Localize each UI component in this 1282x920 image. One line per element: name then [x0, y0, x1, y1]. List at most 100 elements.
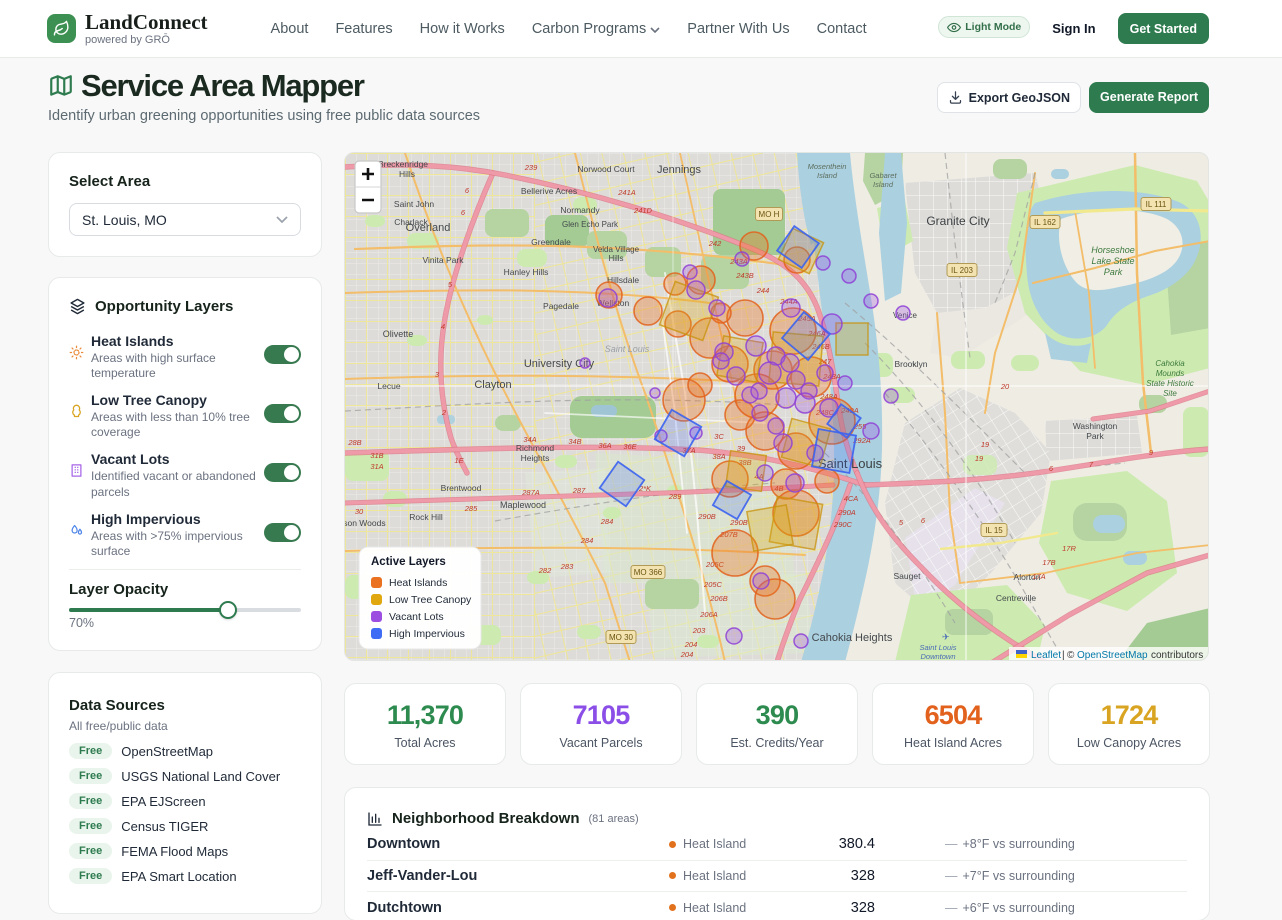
svg-text:242: 242: [708, 239, 722, 248]
svg-text:206B: 206B: [709, 594, 728, 603]
svg-text:36A: 36A: [598, 441, 611, 450]
svg-text:Overland: Overland: [406, 222, 451, 234]
svg-text:Normandy: Normandy: [560, 205, 600, 215]
svg-text:4CA: 4CA: [844, 494, 859, 503]
svg-text:Washington: Washington: [1073, 421, 1118, 431]
svg-text:204: 204: [680, 650, 694, 659]
svg-text:239: 239: [524, 163, 538, 172]
svg-text:204: 204: [684, 640, 698, 649]
svg-text:19: 19: [981, 440, 990, 449]
svg-text:MO 366: MO 366: [634, 568, 663, 577]
svg-text:290B: 290B: [729, 518, 748, 527]
svg-text:28B: 28B: [347, 438, 361, 447]
svg-text:36E: 36E: [623, 442, 637, 451]
svg-text:Mosenthein: Mosenthein: [808, 162, 847, 171]
svg-text:Centreville: Centreville: [996, 593, 1036, 603]
svg-text:Hanley Hills: Hanley Hills: [504, 267, 549, 277]
svg-text:Hills: Hills: [608, 254, 623, 263]
svg-text:19: 19: [975, 454, 984, 463]
svg-text:1E: 1E: [454, 456, 464, 465]
svg-text:Downtown: Downtown: [920, 652, 955, 661]
svg-text:MO 30: MO 30: [609, 633, 634, 642]
svg-text:IL 15: IL 15: [985, 526, 1003, 535]
svg-text:4: 4: [441, 322, 445, 331]
svg-text:Active Layers: Active Layers: [371, 556, 446, 568]
svg-text:contributors: contributors: [1151, 650, 1203, 661]
svg-text:Pagedale: Pagedale: [543, 301, 579, 311]
svg-text:IL 203: IL 203: [951, 266, 973, 275]
svg-text:244: 244: [756, 286, 770, 295]
svg-text:Saint Louis: Saint Louis: [919, 643, 956, 652]
svg-text:Horseshoe: Horseshoe: [1091, 245, 1135, 255]
svg-text:Island: Island: [817, 171, 838, 180]
svg-text:Park: Park: [1104, 267, 1123, 277]
svg-text:287A: 287A: [521, 488, 540, 497]
svg-text:Heat Islands: Heat Islands: [389, 577, 447, 589]
svg-text:Leaflet: Leaflet: [1031, 650, 1061, 661]
svg-text:Island: Island: [873, 180, 894, 189]
svg-text:Granite City: Granite City: [926, 214, 989, 228]
svg-text:Bellerive Acres: Bellerive Acres: [521, 186, 577, 196]
svg-text:34B: 34B: [568, 437, 581, 446]
svg-text:Park: Park: [1086, 431, 1104, 441]
svg-text:Glen Echo Park: Glen Echo Park: [562, 220, 619, 229]
svg-text:OpenStreetMap: OpenStreetMap: [1077, 650, 1148, 661]
svg-text:State Historic: State Historic: [1146, 379, 1194, 388]
svg-text:241A: 241A: [617, 188, 636, 197]
svg-text:282: 282: [538, 566, 552, 575]
svg-text:290B: 290B: [697, 512, 716, 521]
svg-text:|: |: [1062, 650, 1065, 661]
svg-text:Vacant Lots: Vacant Lots: [389, 611, 444, 623]
svg-text:IL 162: IL 162: [1034, 218, 1056, 227]
svg-text:285: 285: [464, 504, 478, 513]
svg-text:Saint John: Saint John: [394, 199, 434, 209]
svg-text:Hills: Hills: [399, 169, 415, 179]
svg-text:284: 284: [600, 517, 614, 526]
svg-text:290A: 290A: [837, 508, 856, 517]
svg-text:Breckenridge: Breckenridge: [378, 159, 428, 169]
svg-text:Heights: Heights: [521, 453, 550, 463]
svg-text:Vinita Park: Vinita Park: [423, 255, 465, 265]
svg-text:Olivette: Olivette: [383, 329, 414, 339]
svg-text:Site: Site: [1163, 389, 1177, 398]
svg-text:205C: 205C: [703, 580, 723, 589]
svg-text:17R: 17R: [1062, 544, 1076, 553]
svg-text:203: 203: [692, 626, 706, 635]
svg-text:290C: 290C: [833, 520, 853, 529]
svg-text:3C: 3C: [714, 432, 724, 441]
svg-text:High Impervious: High Impervious: [389, 628, 465, 640]
svg-text:38A: 38A: [712, 452, 725, 461]
svg-text:Brentwood: Brentwood: [441, 483, 482, 493]
svg-text:Richmond: Richmond: [516, 443, 555, 453]
svg-text:Lecue: Lecue: [377, 381, 400, 391]
svg-text:31B: 31B: [370, 451, 383, 460]
svg-text:Mounds: Mounds: [1156, 369, 1184, 378]
svg-text:Norwood Court: Norwood Court: [577, 164, 635, 174]
svg-text:✈: ✈: [942, 632, 950, 642]
svg-text:17A: 17A: [1032, 572, 1045, 581]
svg-text:Cahokia: Cahokia: [1155, 359, 1185, 368]
svg-text:241D: 241D: [633, 206, 653, 215]
svg-text:Low Tree Canopy: Low Tree Canopy: [389, 594, 472, 606]
svg-text:Greendale: Greendale: [531, 237, 571, 247]
svg-text:Maplewood: Maplewood: [500, 500, 546, 510]
svg-text:Saint Louis: Saint Louis: [605, 344, 650, 354]
svg-text:Brooklyn: Brooklyn: [894, 359, 927, 369]
svg-text:©: ©: [1067, 650, 1075, 661]
svg-text:20: 20: [1000, 382, 1010, 391]
svg-text:17B: 17B: [1042, 558, 1055, 567]
svg-text:30: 30: [355, 507, 364, 516]
svg-text:243B: 243B: [735, 271, 754, 280]
svg-text:2: 2: [441, 408, 447, 417]
svg-text:287: 287: [572, 486, 586, 495]
svg-text:289: 289: [668, 492, 682, 501]
svg-text:206A: 206A: [699, 610, 718, 619]
svg-text:Cahokia Heights: Cahokia Heights: [812, 632, 893, 644]
svg-text:Sauget: Sauget: [894, 571, 922, 581]
svg-text:284: 284: [580, 536, 594, 545]
svg-text:Clayton: Clayton: [474, 379, 511, 391]
svg-text:31A: 31A: [370, 462, 383, 471]
svg-text:Rock Hill: Rock Hill: [409, 512, 443, 522]
svg-text:rson Woods: rson Woods: [345, 518, 386, 528]
svg-text:34A: 34A: [523, 435, 536, 444]
